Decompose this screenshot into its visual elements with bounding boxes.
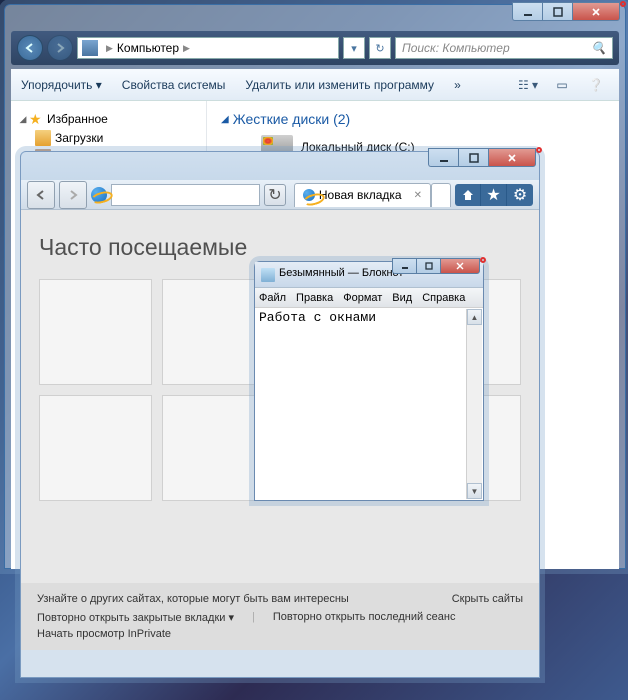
notepad-textarea[interactable]: Работа с окнами [255, 308, 483, 496]
hide-sites-link[interactable]: Скрыть сайты [452, 593, 523, 605]
scroll-down-button[interactable]: ▼ [467, 483, 482, 499]
collapse-icon[interactable]: ◢ [17, 114, 29, 125]
site-tile[interactable] [39, 279, 152, 385]
breadcrumb-segment[interactable]: Компьютер [117, 41, 179, 55]
maximize-button[interactable] [542, 2, 572, 21]
address-bar[interactable] [111, 184, 260, 206]
system-properties-button[interactable]: Свойства системы [122, 78, 226, 92]
favorites-button[interactable]: ★ [481, 184, 507, 206]
explorer-nav-toolbar: ▶ Компьютер ▶ ▾ ↻ Поиск: Компьютер 🔍 [11, 31, 619, 65]
search-icon: 🔍 [591, 41, 606, 55]
reopen-last-session-link[interactable]: Повторно открыть последний сеанс [273, 611, 456, 624]
minimize-button[interactable] [392, 258, 416, 274]
tab-close-button[interactable]: ✕ [414, 190, 422, 201]
menu-edit[interactable]: Правка [296, 292, 333, 304]
tab-label: Новая вкладка [319, 188, 402, 202]
refresh-button[interactable]: ↻ [264, 184, 286, 206]
menu-help[interactable]: Справка [422, 292, 465, 304]
chevron-right-icon: ▶ [106, 43, 113, 54]
site-tile[interactable] [39, 395, 152, 501]
star-icon: ★ [29, 111, 45, 127]
chevron-right-icon: ▶ [183, 43, 190, 54]
folder-icon [35, 130, 51, 146]
close-button[interactable] [440, 258, 480, 274]
browser-tab[interactable]: Новая вкладка ✕ [294, 183, 431, 207]
preview-pane-button[interactable]: ▭ [549, 75, 575, 95]
notepad-icon [261, 268, 275, 282]
new-tab-button[interactable] [431, 183, 451, 207]
highlight-window-controls-explorer [620, 1, 626, 7]
notepad-window: Безымянный — Блокнот Файл Правка Формат … [254, 261, 484, 501]
scroll-up-button[interactable]: ▲ [467, 309, 482, 325]
ie-logo-icon [91, 187, 107, 203]
uninstall-program-button[interactable]: Удалить или изменить программу [245, 78, 434, 92]
search-placeholder: Поиск: Компьютер [402, 41, 510, 55]
home-button[interactable] [455, 184, 481, 206]
refresh-button[interactable]: ↻ [369, 37, 391, 59]
notepad-title: Безымянный — Блокнот [279, 267, 403, 279]
more-chevron[interactable]: » [454, 78, 461, 92]
notepad-menubar: Файл Правка Формат Вид Справка [255, 288, 483, 308]
forward-button[interactable] [47, 35, 73, 61]
back-button[interactable] [17, 35, 43, 61]
notepad-titlebar[interactable]: Безымянный — Блокнот [255, 262, 483, 288]
page-heading: Часто посещаемые [39, 234, 521, 261]
explorer-titlebar[interactable] [5, 5, 625, 31]
highlight-window-controls-ie [536, 147, 542, 153]
back-button[interactable] [27, 181, 55, 209]
maximize-button[interactable] [416, 258, 440, 274]
menu-view[interactable]: Вид [392, 292, 412, 304]
search-input[interactable]: Поиск: Компьютер 🔍 [395, 37, 613, 59]
breadcrumb-dropdown[interactable]: ▾ [343, 37, 365, 59]
highlight-window-controls-notepad [480, 257, 486, 263]
scrollbar[interactable]: ▲ ▼ [466, 309, 482, 499]
close-button[interactable] [488, 148, 536, 167]
close-button[interactable] [572, 2, 620, 21]
help-button[interactable]: ❔ [583, 75, 609, 95]
organize-menu[interactable]: Упорядочить ▾ [21, 78, 102, 92]
ie-page-footer: Узнайте о других сайтах, которые могут б… [21, 583, 539, 650]
menu-file[interactable]: Файл [259, 292, 286, 304]
forward-button[interactable] [59, 181, 87, 209]
maximize-button[interactable] [458, 148, 488, 167]
tree-downloads[interactable]: Загрузки [17, 129, 200, 147]
computer-icon [82, 40, 98, 56]
learn-more-link[interactable]: Узнайте о других сайтах, которые могут б… [37, 593, 349, 605]
minimize-button[interactable] [512, 2, 542, 21]
explorer-command-bar: Упорядочить ▾ Свойства системы Удалить и… [11, 69, 619, 101]
tree-favorites[interactable]: ◢ ★ Избранное [17, 110, 200, 128]
collapse-icon[interactable]: ◢ [221, 114, 229, 125]
hdd-section-header[interactable]: ◢ Жесткие диски (2) [221, 111, 605, 127]
ie-command-buttons: ★ ⚙ [455, 184, 533, 206]
ie-titlebar[interactable] [21, 152, 539, 180]
tools-button[interactable]: ⚙ [507, 184, 533, 206]
view-options-button[interactable]: ☷ ▾ [515, 75, 541, 95]
ie-logo-icon [303, 189, 315, 201]
minimize-button[interactable] [428, 148, 458, 167]
ie-toolbar: ↻ Новая вкладка ✕ ★ ⚙ [21, 180, 539, 210]
inprivate-link[interactable]: Начать просмотр InPrivate [37, 628, 523, 640]
menu-format[interactable]: Формат [343, 292, 382, 304]
breadcrumb[interactable]: ▶ Компьютер ▶ [77, 37, 339, 59]
reopen-closed-tabs-link[interactable]: Повторно открыть закрытые вкладки ▾ [37, 611, 234, 624]
